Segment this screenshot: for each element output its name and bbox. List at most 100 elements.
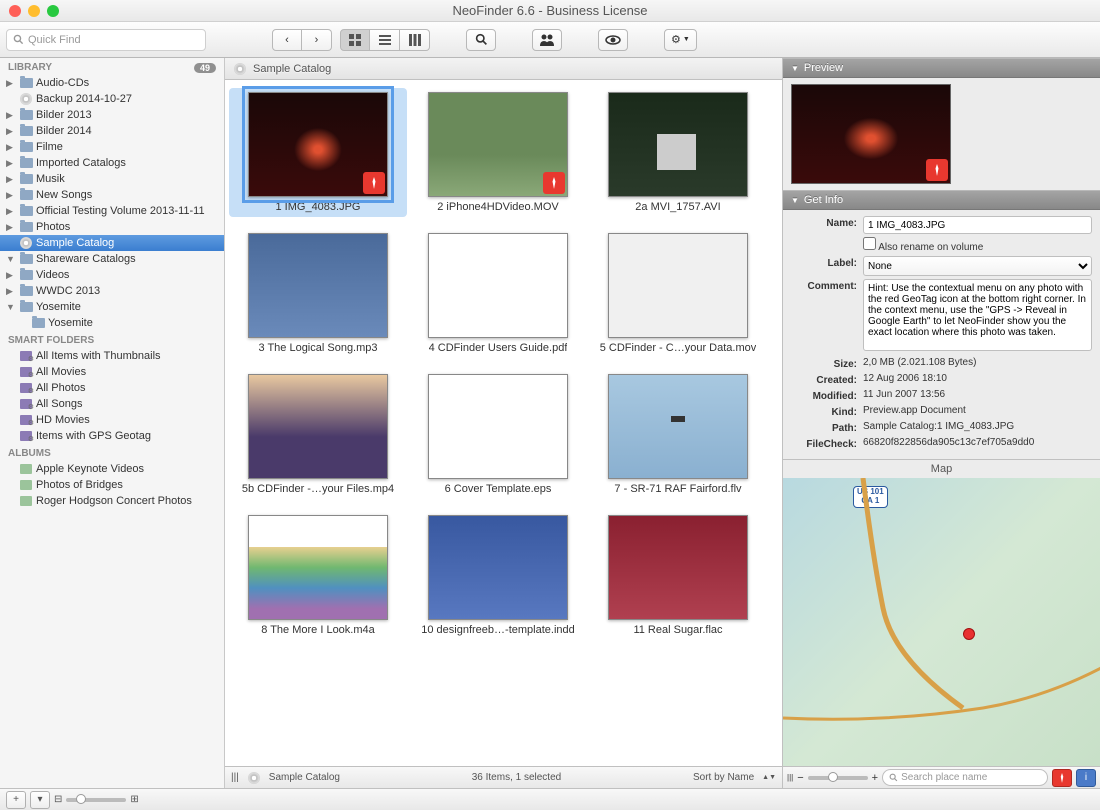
geotag-icon[interactable] [543,172,565,194]
forward-button[interactable]: › [302,29,332,51]
thumbnail-label: 1 IMG_4083.JPG [276,201,361,213]
back-button[interactable]: ‹ [272,29,302,51]
kind-value: Preview.app Document [863,405,1092,416]
thumbnail-label: 8 The More I Look.m4a [261,624,375,636]
sidebar-smart-item[interactable]: All Photos [0,380,224,396]
quick-find-input[interactable]: Quick Find [6,29,206,51]
zoom-in-button[interactable]: ⊞ [130,794,138,805]
thumbnail-item[interactable]: 10 designfreeb…-template.indd [413,515,583,636]
find-button[interactable] [466,29,496,51]
thumbnail-item[interactable]: 5 CDFinder - C…your Data.mov [593,233,763,354]
sidebar-album-item[interactable]: Roger Hodgson Concert Photos [0,493,224,509]
thumbnail-image [248,374,388,479]
sidebar-album-item[interactable]: Apple Keynote Videos [0,461,224,477]
smart-folders-header: SMART FOLDERS [0,331,224,348]
sidebar-library-item[interactable]: Yosemite [0,315,224,331]
sidebar-library-item[interactable]: ▶New Songs [0,187,224,203]
columns-toggle-icon[interactable]: ||| [231,772,239,783]
people-icon [539,34,555,46]
geotag-button[interactable] [1052,769,1072,787]
action-dropdown-button[interactable]: ▾ [30,791,50,809]
sort-chevron-icon[interactable]: ▲▼ [762,774,776,781]
sidebar-library-item[interactable]: ▶Musik [0,171,224,187]
sidebar-library-item[interactable]: Sample Catalog [0,235,224,251]
column-view-button[interactable] [400,29,430,51]
sidebar-library-item[interactable]: ▶Videos [0,267,224,283]
sidebar-library-item[interactable]: ▶Audio-CDs [0,75,224,91]
preview-panel-header[interactable]: ▼Preview [783,58,1100,78]
sidebar-smart-item[interactable]: All Songs [0,396,224,412]
sidebar-library-item[interactable]: ▶Imported Catalogs [0,155,224,171]
sidebar-smart-item[interactable]: HD Movies [0,412,224,428]
path-bar: Sample Catalog [225,58,782,80]
sidebar-smart-item[interactable]: All Movies [0,364,224,380]
sidebar-library-item[interactable]: ▼Shareware Catalogs [0,251,224,267]
preview-body [783,78,1100,190]
thumbnail-label: 5 CDFinder - C…your Data.mov [600,342,757,354]
zoom-out-button[interactable]: − [797,772,803,784]
thumbnail-item[interactable]: 6 Cover Template.eps [413,374,583,495]
thumbnail-item[interactable]: 8 The More I Look.m4a [233,515,403,636]
thumbnail-image [248,92,388,197]
thumbnail-image [248,515,388,620]
sidebar-smart-item[interactable]: All Items with Thumbnails [0,348,224,364]
view-mode-buttons [340,29,430,51]
path-text: Sample Catalog [253,63,331,75]
map-pin-icon[interactable] [963,628,975,640]
thumbnail-item[interactable]: 2a MVI_1757.AVI [593,92,763,213]
sidebar-library-item[interactable]: Backup 2014-10-27 [0,91,224,107]
columns-toggle-icon[interactable]: ||| [787,773,793,782]
thumbnail-label: 11 Real Sugar.flac [633,624,722,636]
comment-textarea[interactable]: Hint: Use the contextual menu on any pho… [863,279,1092,351]
grid-scroll[interactable]: 1 IMG_4083.JPG 2 iPhone4HDVideo.MOV2a MVI… [225,80,782,766]
rename-on-volume-checkbox[interactable] [863,237,876,250]
thumbnail-label: 10 designfreeb…-template.indd [421,624,574,636]
sidebar-smart-item[interactable]: Items with GPS Geotag [0,428,224,444]
sidebar-album-item[interactable]: Photos of Bridges [0,477,224,493]
map-search-input[interactable]: Search place name [882,769,1048,786]
zoom-out-button[interactable]: ⊟ [54,794,62,805]
people-button[interactable] [532,29,562,51]
sidebar-library-item[interactable]: ▶Bilder 2014 [0,123,224,139]
name-input[interactable] [863,216,1092,234]
list-icon [379,34,391,46]
zoom-in-button[interactable]: + [872,772,878,784]
thumbnail-size-slider[interactable] [66,798,126,802]
thumbnail-item[interactable]: 1 IMG_4083.JPG [229,88,407,217]
getinfo-panel-header[interactable]: ▼Get Info [783,190,1100,210]
thumbnail-item[interactable]: 7 - SR-71 RAF Fairford.flv [593,374,763,495]
sidebar-library-item[interactable]: ▶Photos [0,219,224,235]
thumbnail-image [428,515,568,620]
sidebar-library-item[interactable]: ▶WWDC 2013 [0,283,224,299]
icon-view-button[interactable] [340,29,370,51]
quicklook-button[interactable] [598,29,628,51]
sort-button[interactable]: Sort by Name [693,772,754,783]
geotag-icon[interactable] [926,159,948,181]
label-select[interactable]: None [863,256,1092,276]
thumbnail-image [428,374,568,479]
add-button[interactable]: + [6,791,26,809]
list-view-button[interactable] [370,29,400,51]
sidebar-library-item[interactable]: ▶Official Testing Volume 2013-11-11 [0,203,224,219]
library-header: LIBRARY 49 [0,58,224,75]
toolbar: Quick Find ‹ › ⚙ ▼ [0,22,1100,58]
thumbnail-item[interactable]: 2 iPhone4HDVideo.MOV [413,92,583,213]
sidebar-library-item[interactable]: ▶Bilder 2013 [0,107,224,123]
thumbnail-item[interactable]: 3 The Logical Song.mp3 [233,233,403,354]
preview-image[interactable] [791,84,951,184]
thumbnail-item[interactable]: 5b CDFinder -…your Files.mp4 [233,374,403,495]
sidebar-library-item[interactable]: ▼Yosemite [0,299,224,315]
disclosure-triangle-icon: ▼ [791,64,799,73]
map-zoom-slider[interactable] [808,776,868,780]
info-button[interactable]: i [1076,769,1096,787]
thumbnail-label: 5b CDFinder -…your Files.mp4 [242,483,394,495]
getinfo-body: Name: Also rename on volume Label:None C… [783,210,1100,459]
thumbnail-label: 4 CDFinder Users Guide.pdf [429,342,568,354]
thumbnail-label: 6 Cover Template.eps [445,483,552,495]
action-menu-button[interactable]: ⚙ ▼ [664,29,697,51]
map-view[interactable]: US 101CA 1 [783,478,1100,766]
geotag-icon[interactable] [363,172,385,194]
thumbnail-item[interactable]: 4 CDFinder Users Guide.pdf [413,233,583,354]
thumbnail-item[interactable]: 11 Real Sugar.flac [593,515,763,636]
sidebar-library-item[interactable]: ▶Filme [0,139,224,155]
